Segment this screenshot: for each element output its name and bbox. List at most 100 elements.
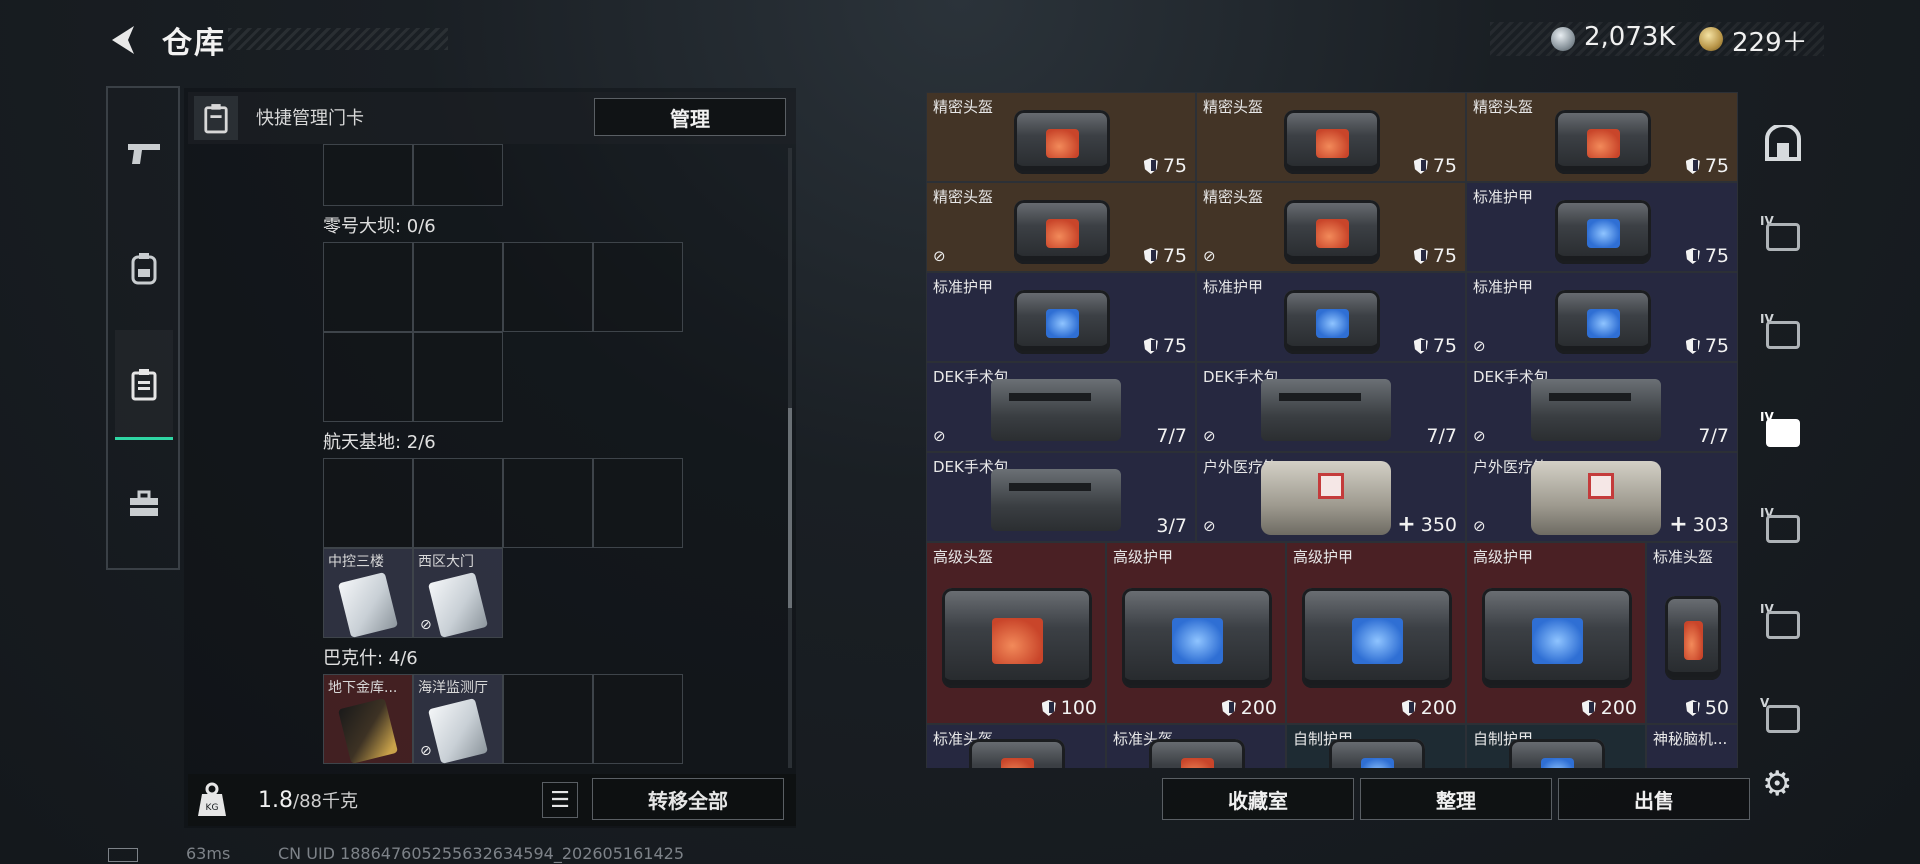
tab-storage-2[interactable]: IV [1760,312,1806,358]
inventory-item[interactable]: 精密头盔 75 [1466,92,1738,182]
tab-storage-3[interactable]: IV [1760,410,1806,456]
keycard-item[interactable]: 海洋监测厅 ⊘ [413,674,503,764]
card-slot[interactable] [413,332,503,422]
inventory-item[interactable]: 标准护甲 75 ⊘ [1466,272,1738,362]
inventory-item[interactable]: 精密头盔 75 ⊘ [926,182,1196,272]
case-window [1001,758,1034,768]
transfer-all-button[interactable]: 转移全部 [592,778,784,820]
item-value-text: 75 [1432,245,1457,267]
crate-icon [1766,223,1800,251]
card-slot[interactable] [503,242,593,332]
inventory-item[interactable]: 标准头盔 50 [1646,542,1738,724]
page-title: 仓库 [162,26,226,61]
inventory-item[interactable]: 自制护甲 [1286,724,1466,768]
durability-shield-icon [1041,700,1056,716]
item-value-text: 350 [1420,513,1457,536]
case-window [1046,309,1079,338]
inventory-item[interactable]: DEK手术包 3/7 [926,452,1196,542]
back-arrow-icon[interactable] [104,20,144,60]
item-value-text: 200 [1600,697,1637,719]
svg-text:KG: KG [206,803,219,813]
title-decoration [228,28,448,50]
tab-backpack[interactable] [116,240,172,296]
inventory-item[interactable]: 精密头盔 75 ⊘ [1196,182,1466,272]
inventory-item[interactable]: 高级头盔 100 [926,542,1106,724]
card-slot[interactable] [503,458,593,548]
item-name: 高级护甲 [1113,548,1174,566]
item-value: +350 [1397,512,1457,537]
card-slot[interactable] [593,242,683,332]
inventory-item[interactable]: 户外医疗箱 +303 ⊘ [1466,452,1738,542]
inventory-item[interactable]: 标准头盔 [1106,724,1286,768]
keycard-item[interactable]: 中控三楼 [323,548,413,638]
item-value-text: 303 [1692,513,1729,536]
tab-storage-6[interactable]: V [1760,696,1806,742]
inventory-item[interactable]: 标准护甲 75 [1196,272,1466,362]
inventory-item[interactable]: 精密头盔 75 [926,92,1196,182]
inventory-item[interactable]: 标准护甲 75 [926,272,1196,362]
inventory-item[interactable]: 户外医疗箱 +350 ⊘ [1196,452,1466,542]
inventory-item[interactable]: 标准头盔 [926,724,1106,768]
inventory-item[interactable]: 高级护甲 200 [1286,542,1466,724]
inventory-item[interactable]: 精密头盔 75 [1196,92,1466,182]
card-slot[interactable] [323,242,413,332]
item-name: 标准护甲 [933,278,994,296]
inventory-item[interactable]: 自制护甲 [1466,724,1646,768]
tab-storage-5[interactable]: IV [1760,602,1806,648]
case-window [1046,129,1079,158]
tab-safe[interactable] [1760,120,1806,166]
item-name: 神秘脑机... [1653,730,1728,748]
item-value-text: 75 [1162,245,1187,267]
keycard-name: 中控三楼 [328,554,384,570]
kit-strip [1279,393,1361,401]
surgical-kit-image [1531,379,1661,441]
organize-button[interactable]: 整理 [1360,778,1552,820]
scrollbar-thumb[interactable] [788,408,792,608]
card-slot[interactable] [413,144,503,206]
keycard-item[interactable]: 地下金库... [323,674,413,764]
item-name: 标准护甲 [1473,278,1534,296]
item-name: 标准护甲 [1473,188,1534,206]
item-value: 75 [1685,245,1729,267]
card-slot[interactable] [593,458,683,548]
item-name: 标准护甲 [1203,278,1264,296]
card-slot[interactable] [413,458,503,548]
card-slot[interactable] [323,144,413,206]
inventory-item[interactable]: DEK手术包 7/7 ⊘ [926,362,1196,452]
item-value: 200 [1401,697,1457,719]
tab-weapons[interactable] [116,126,172,182]
card-slot[interactable] [593,674,683,764]
tab-storage-1[interactable]: IV [1760,214,1806,260]
inventory-item[interactable]: DEK手术包 7/7 ⊘ [1466,362,1738,452]
keycard-item[interactable]: 西区大门 ⊘ [413,548,503,638]
item-value-text: 75 [1704,245,1729,267]
tab-keycard-case[interactable] [115,330,173,440]
manage-button[interactable]: 管理 [594,98,786,136]
card-slot[interactable] [413,242,503,332]
helmet-case-image [1149,739,1245,768]
untradeable-icon: ⊘ [1203,427,1216,445]
inventory-item[interactable]: DEK手术包 7/7 ⊘ [1196,362,1466,452]
item-name: 高级头盔 [933,548,994,566]
item-value: 100 [1041,697,1097,719]
tab-storage-4[interactable]: IV [1760,506,1806,552]
tab-toolbox[interactable] [116,476,172,532]
uid-text: CN UID 1886476052556326​34594_2026051614… [278,844,684,863]
untradeable-icon: ⊘ [1473,427,1486,445]
collection-room-button[interactable]: 收藏室 [1162,778,1354,820]
item-value: 75 [1143,335,1187,357]
inventory-item[interactable]: 神秘脑机... [1646,724,1738,768]
item-value-text: 50 [1704,697,1729,719]
inventory-item[interactable]: 标准护甲 75 [1466,182,1738,272]
card-slot[interactable] [503,674,593,764]
inventory-item[interactable]: 高级护甲 200 [1106,542,1286,724]
surgical-kit-image [991,379,1121,441]
card-slot[interactable] [323,332,413,422]
kit-strip [1009,483,1091,491]
card-slot[interactable] [323,458,413,548]
sell-button[interactable]: 出售 [1558,778,1750,820]
settings-gear-icon[interactable]: ⚙ [1762,764,1792,804]
inventory-item[interactable]: 高级护甲 200 [1466,542,1646,724]
gold-currency-amount[interactable]: 229＋ [1732,22,1808,59]
list-view-button[interactable]: ☰ [542,782,578,818]
